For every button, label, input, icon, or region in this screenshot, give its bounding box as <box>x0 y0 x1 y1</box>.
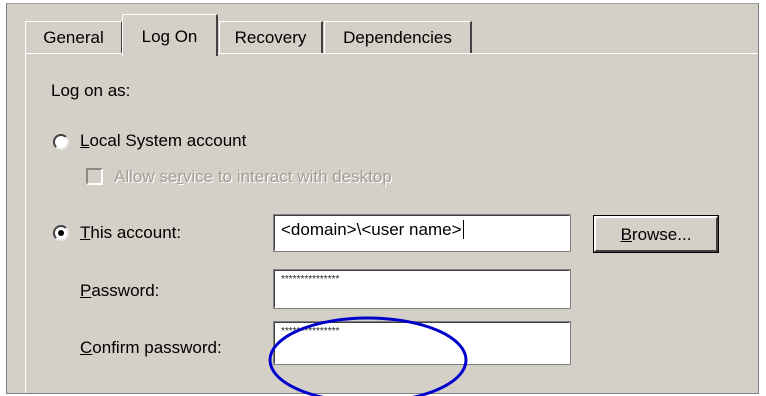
interact-desktop-checkbox[interactable] <box>86 168 103 185</box>
tab-log-on-label: Log On <box>141 27 198 46</box>
this-account-radio[interactable] <box>53 225 69 241</box>
confirm-password-label: Confirm password: <box>80 338 222 357</box>
password-input[interactable]: *************** <box>273 269 571 309</box>
panel-left-border <box>25 54 26 393</box>
account-name-value: <domain>\<user name> <box>281 220 462 239</box>
text-cursor: ​ <box>462 220 464 239</box>
password-label: Password: <box>80 281 160 300</box>
tab-general[interactable]: General <box>25 21 123 54</box>
confirm-password-mask: *************** <box>281 326 340 337</box>
local-system-radio[interactable] <box>53 134 69 150</box>
this-account-label[interactable]: This account: <box>80 223 181 243</box>
password-mask: *************** <box>281 274 340 285</box>
tab-recovery[interactable]: Recovery <box>219 21 323 54</box>
tab-dependencies-label: Dependencies <box>343 28 452 47</box>
account-name-input[interactable]: <domain>\<user name>​ <box>273 214 571 252</box>
local-system-label[interactable]: Local System account <box>80 131 246 151</box>
tab-general-label: General <box>43 28 104 47</box>
service-properties-dialog: General Log On Recovery Dependencies Log… <box>6 3 759 394</box>
radio-selected-dot <box>58 230 64 236</box>
confirm-password-input[interactable]: *************** <box>273 321 571 365</box>
tab-recovery-label: Recovery <box>234 28 307 47</box>
log-on-as-heading: Log on as: <box>51 81 131 100</box>
interact-desktop-label: Allow service to interact with desktop <box>114 167 392 186</box>
tab-dependencies[interactable]: Dependencies <box>324 21 472 54</box>
browse-button[interactable]: Browse... <box>593 215 719 253</box>
tab-log-on[interactable]: Log On <box>122 14 218 56</box>
